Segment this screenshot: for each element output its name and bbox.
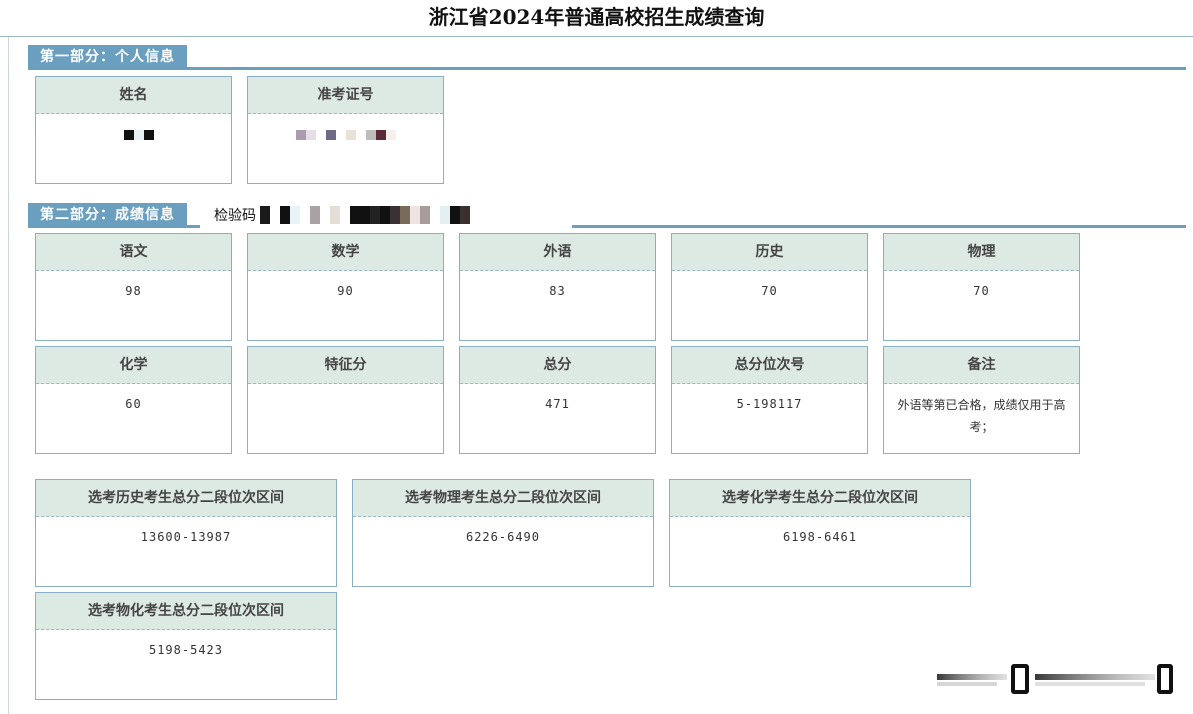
score-card-remarks: 备注 外语等第已合格，成绩仅用于高考； (883, 346, 1080, 454)
range-card-history: 选考历史考生总分二段位次区间 13600-13987 (35, 479, 337, 587)
score-value (248, 384, 443, 397)
score-value: 70 (973, 284, 990, 298)
range-label: 选考物理考生总分二段位次区间 (353, 480, 653, 517)
score-value: 98 (125, 284, 142, 298)
score-card-chinese: 语文 98 (35, 233, 232, 341)
score-label: 备注 (884, 347, 1079, 384)
score-label: 历史 (672, 234, 867, 271)
section-scores-rule-left (28, 225, 200, 228)
score-label: 化学 (36, 347, 231, 384)
frame-divider (8, 37, 9, 714)
section-personal-info-rule (28, 67, 1186, 70)
field-card-name: 姓名 (35, 76, 232, 184)
section-personal-info-tab: 第一部分：个人信息 (28, 45, 187, 69)
score-label: 物理 (884, 234, 1079, 271)
page-title: 浙江省2024年普通高校招生成绩查询 (0, 0, 1193, 37)
name-value-redacted (36, 114, 231, 141)
score-card-chemistry: 化学 60 (35, 346, 232, 454)
score-card-foreign-language: 外语 83 (459, 233, 656, 341)
score-value: 83 (549, 284, 566, 298)
score-label: 外语 (460, 234, 655, 271)
range-value: 6198-6461 (782, 530, 858, 544)
remarks-value: 外语等第已合格，成绩仅用于高考； (897, 398, 1066, 434)
score-value: 90 (337, 284, 354, 298)
score-card-total: 总分 471 (459, 346, 656, 454)
range-card-physics-chemistry: 选考物化考生总分二段位次区间 5198-5423 (35, 592, 337, 700)
range-label: 选考化学考生总分二段位次区间 (670, 480, 970, 517)
range-label: 选考历史考生总分二段位次区间 (36, 480, 336, 517)
range-label: 选考物化考生总分二段位次区间 (36, 593, 336, 630)
check-code-redacted (260, 206, 480, 224)
score-card-math: 数学 90 (247, 233, 444, 341)
score-card-physics: 物理 70 (883, 233, 1080, 341)
score-value: 471 (545, 397, 570, 411)
check-code-label: 检验码 (214, 208, 256, 224)
range-value: 5198-5423 (148, 643, 224, 657)
range-card-chemistry: 选考化学考生总分二段位次区间 6198-6461 (669, 479, 971, 587)
redaction-mosaic (113, 129, 154, 140)
score-label: 总分 (460, 347, 655, 384)
range-card-physics: 选考物理考生总分二段位次区间 6226-6490 (352, 479, 654, 587)
exam-id-value-redacted (248, 114, 443, 141)
score-label: 语文 (36, 234, 231, 271)
field-card-exam-id: 准考证号 (247, 76, 444, 184)
watermark-logo-icon (937, 664, 1173, 694)
score-value: 70 (761, 284, 778, 298)
score-label: 特征分 (248, 347, 443, 384)
score-value: 5-198117 (736, 397, 803, 411)
score-card-history: 历史 70 (671, 233, 868, 341)
score-card-total-rank: 总分位次号 5-198117 (671, 346, 868, 454)
range-value: 6226-6490 (465, 530, 541, 544)
redaction-mosaic (295, 129, 396, 140)
range-value: 13600-13987 (140, 530, 232, 544)
section-scores-rule-right (572, 225, 1186, 228)
score-card-feature-score: 特征分 (247, 346, 444, 454)
field-label: 姓名 (36, 77, 231, 114)
score-value: 60 (125, 397, 142, 411)
section-scores-tab: 第二部分：成绩信息 (28, 203, 187, 227)
score-label: 数学 (248, 234, 443, 271)
score-label: 总分位次号 (672, 347, 867, 384)
field-label: 准考证号 (248, 77, 443, 114)
